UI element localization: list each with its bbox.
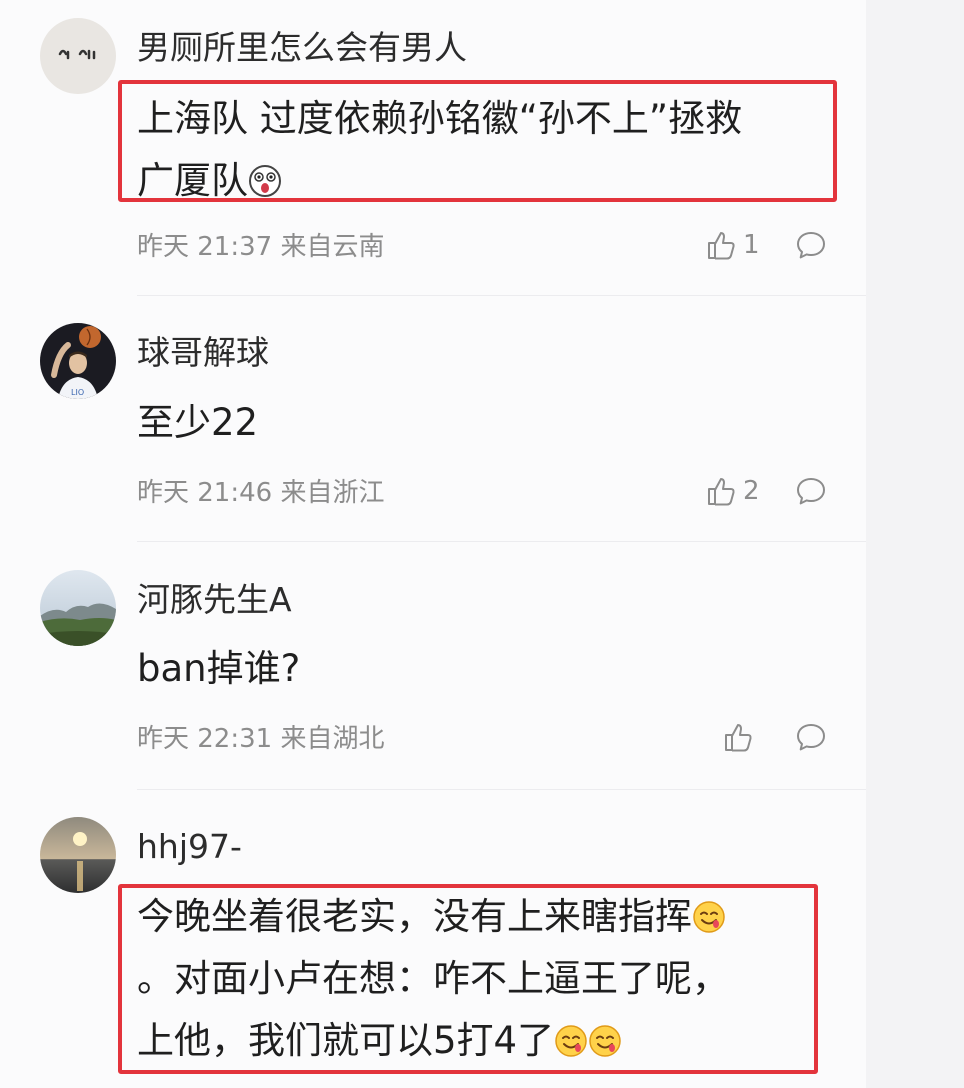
username[interactable]: 球哥解球 bbox=[137, 336, 269, 369]
svg-text:LIO: LIO bbox=[71, 388, 84, 397]
comment-feed: 男厕所里怎么会有男人 上海队 过度依赖孙铭徽“孙不上”拯救 广厦队 昨天 21:… bbox=[0, 0, 866, 1088]
highlight-box bbox=[118, 884, 818, 1074]
comment-item: hhj97- 今晚坐着很老实，没有上来瞎指挥 。对面小卢在想：咋不上逼王了呢， … bbox=[0, 790, 866, 1088]
avatar[interactable] bbox=[40, 18, 116, 94]
username[interactable]: 河豚先生A bbox=[137, 583, 292, 616]
speech-bubble-icon bbox=[797, 232, 825, 259]
thumbs-up-icon bbox=[708, 232, 735, 260]
highlight-box bbox=[118, 80, 837, 202]
comment-item: 河豚先生A ban掉谁? 昨天 22:31 来自湖北 bbox=[0, 542, 866, 790]
thumbs-up-icon bbox=[708, 478, 735, 506]
reply-button[interactable] bbox=[795, 721, 827, 757]
username[interactable]: hhj97- bbox=[137, 830, 242, 863]
avatar[interactable] bbox=[40, 570, 116, 646]
avatar[interactable] bbox=[40, 817, 116, 893]
like-button[interactable]: 1 bbox=[705, 229, 760, 261]
comment-item: 男厕所里怎么会有男人 上海队 过度依赖孙铭徽“孙不上”拯救 广厦队 昨天 21:… bbox=[0, 0, 866, 296]
comment-text: ban掉谁? bbox=[137, 638, 300, 700]
username[interactable]: 男厕所里怎么会有男人 bbox=[137, 31, 467, 64]
like-button[interactable] bbox=[722, 721, 760, 753]
speech-bubble-icon bbox=[797, 724, 825, 751]
comment-meta: 昨天 21:46 来自浙江 bbox=[137, 478, 385, 508]
comment-text: 至少22 bbox=[137, 392, 258, 454]
thumbs-up-icon bbox=[725, 724, 752, 752]
comment-line: 至少22 bbox=[137, 401, 259, 444]
speech-bubble-icon bbox=[797, 478, 825, 505]
reply-button[interactable] bbox=[795, 475, 827, 511]
comment-meta: 昨天 22:31 来自湖北 bbox=[137, 724, 385, 754]
comment-meta: 昨天 21:37 来自云南 bbox=[137, 232, 385, 262]
avatar[interactable]: LIO bbox=[40, 323, 116, 399]
like-count: 1 bbox=[743, 230, 760, 260]
reply-button[interactable] bbox=[795, 229, 827, 265]
like-count: 2 bbox=[743, 476, 760, 506]
comment-item: LIO 球哥解球 至少22 昨天 21:46 来自浙江 2 bbox=[0, 296, 866, 542]
comment-line: ban掉谁? bbox=[137, 647, 301, 690]
like-button[interactable]: 2 bbox=[705, 475, 760, 507]
